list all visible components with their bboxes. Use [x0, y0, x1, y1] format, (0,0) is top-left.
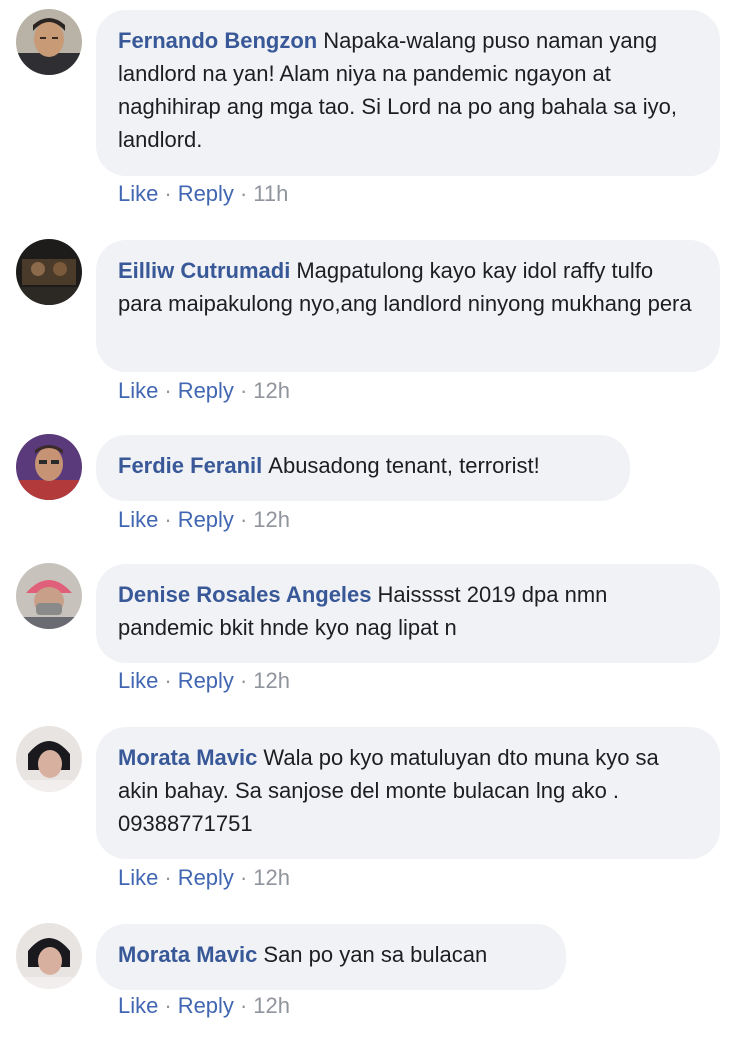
comment-timestamp[interactable]: 11h	[253, 181, 288, 206]
separator: ·	[239, 668, 248, 693]
like-button[interactable]: Like	[118, 865, 158, 890]
comment-author[interactable]: Fernando Bengzon	[118, 28, 317, 53]
reply-button[interactable]: Reply	[178, 181, 234, 206]
avatar-photo-icon	[16, 239, 82, 305]
comment-bubble: Eilliw Cutrumadi Magpatulong kayo kay ido…	[96, 240, 720, 372]
separator: ·	[164, 993, 172, 1018]
separator: ·	[239, 507, 248, 532]
avatar[interactable]	[16, 923, 82, 989]
comment-bubble: Ferdie Feranil Abusadong tenant, terroris…	[96, 435, 630, 501]
comment-text: San po yan sa bulacan	[263, 942, 488, 967]
avatar[interactable]	[16, 726, 82, 792]
comment-author[interactable]: Morata Mavic	[118, 745, 257, 770]
like-button[interactable]: Like	[118, 668, 158, 693]
avatar-photo-icon	[16, 923, 82, 989]
avatar[interactable]	[16, 9, 82, 75]
comment-actions: Like · Reply · 12h	[118, 863, 290, 893]
comment-thread: Fernando Bengzon Napaka-walang puso naman…	[0, 0, 750, 1037]
separator: ·	[239, 865, 248, 890]
reply-button[interactable]: Reply	[178, 993, 234, 1018]
comment-author[interactable]: Morata Mavic	[118, 942, 257, 967]
separator: ·	[239, 181, 248, 206]
avatar[interactable]	[16, 434, 82, 500]
avatar-photo-icon	[16, 563, 82, 629]
reply-button[interactable]: Reply	[178, 668, 234, 693]
reply-button[interactable]: Reply	[178, 378, 234, 403]
comment-author[interactable]: Ferdie Feranil	[118, 453, 262, 478]
like-button[interactable]: Like	[118, 993, 158, 1018]
like-button[interactable]: Like	[118, 507, 158, 532]
comment-bubble: Morata Mavic Wala po kyo matuluyan dto mu…	[96, 727, 720, 859]
comment-actions: Like · Reply · 12h	[118, 991, 290, 1021]
comment-timestamp[interactable]: 12h	[253, 378, 290, 403]
comment-bubble: Denise Rosales Angeles Haisssst 2019 dpa …	[96, 564, 720, 663]
comment-actions: Like · Reply · 11h	[118, 179, 288, 209]
like-button[interactable]: Like	[118, 378, 158, 403]
avatar-photo-icon	[16, 434, 82, 500]
comment-author[interactable]: Denise Rosales Angeles	[118, 582, 372, 607]
comment-actions: Like · Reply · 12h	[118, 666, 290, 696]
separator: ·	[164, 507, 172, 532]
separator: ·	[164, 181, 172, 206]
comment-actions: Like · Reply · 12h	[118, 376, 290, 406]
comment-timestamp[interactable]: 12h	[253, 865, 290, 890]
comment-timestamp[interactable]: 12h	[253, 507, 290, 532]
avatar-photo-icon	[16, 726, 82, 792]
avatar[interactable]	[16, 563, 82, 629]
avatar[interactable]	[16, 239, 82, 305]
comment-timestamp[interactable]: 12h	[253, 993, 290, 1018]
comment-text: Abusadong tenant, terrorist!	[268, 453, 540, 478]
reply-button[interactable]: Reply	[178, 507, 234, 532]
comment-author[interactable]: Eilliw Cutrumadi	[118, 258, 290, 283]
comment-bubble: Morata Mavic San po yan sa bulacan	[96, 924, 566, 990]
comment-bubble: Fernando Bengzon Napaka-walang puso naman…	[96, 10, 720, 176]
separator: ·	[164, 668, 172, 693]
comment-actions: Like · Reply · 12h	[118, 505, 290, 535]
reply-button[interactable]: Reply	[178, 865, 234, 890]
comment-timestamp[interactable]: 12h	[253, 668, 290, 693]
separator: ·	[164, 865, 172, 890]
like-button[interactable]: Like	[118, 181, 158, 206]
separator: ·	[164, 378, 172, 403]
separator: ·	[239, 993, 248, 1018]
separator: ·	[239, 378, 248, 403]
avatar-photo-icon	[16, 9, 82, 75]
